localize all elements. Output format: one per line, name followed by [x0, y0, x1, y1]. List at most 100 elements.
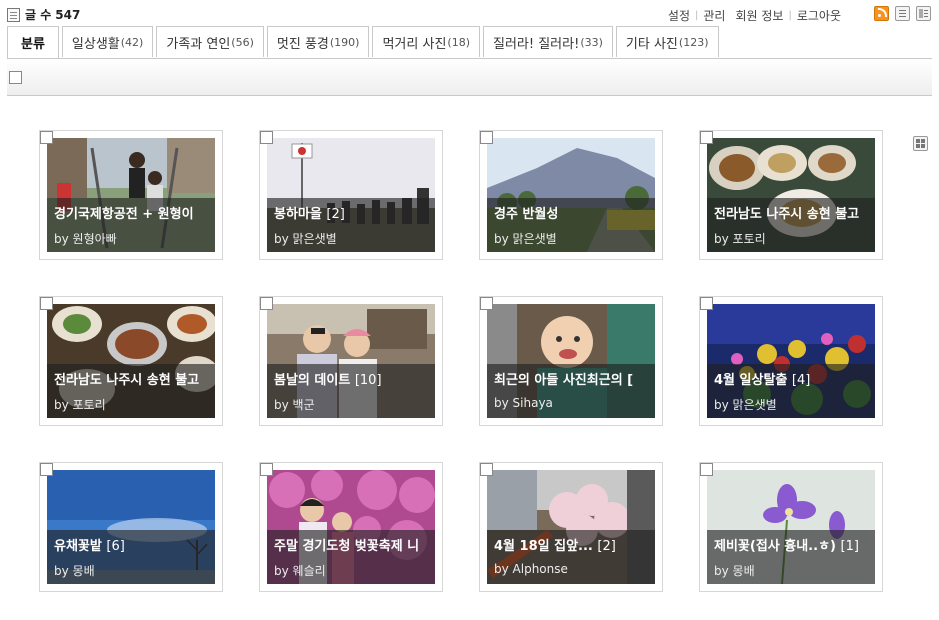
- thumbnail[interactable]: 봄날의 데이트 [10] by 백군: [267, 304, 435, 418]
- gallery-item[interactable]: 봉하마을 [2] by 맑은샛별: [259, 130, 443, 260]
- detail-view-icon[interactable]: [916, 6, 931, 21]
- post-title[interactable]: 4월 일상탈출 [4]: [714, 369, 868, 387]
- thumbnail[interactable]: 전라남도 나주시 송현 불고 by 포토리: [707, 138, 875, 252]
- post-count-value: 547: [55, 7, 81, 22]
- post-title-text: 봄날의 데이트: [274, 373, 351, 387]
- thumbnail[interactable]: 주말 경기도청 벚꽃축제 니 by 웨슬리: [267, 470, 435, 584]
- post-title[interactable]: 전라남도 나주시 송현 불고: [714, 203, 868, 221]
- post-title[interactable]: 유채꽃밭 [6]: [54, 535, 208, 553]
- list-view-icon[interactable]: [895, 6, 910, 21]
- post-author: by 몽배: [54, 564, 95, 578]
- thumbnail[interactable]: 경기국제항공전 + 원형이 by 원형아빠: [47, 138, 215, 252]
- thumbnail[interactable]: 봉하마을 [2] by 맑은샛별: [267, 138, 435, 252]
- gallery-item[interactable]: 경기국제항공전 + 원형이 by 원형아빠: [39, 130, 223, 260]
- item-checkbox[interactable]: [260, 131, 273, 144]
- item-checkbox[interactable]: [480, 297, 493, 310]
- gallery-item[interactable]: 유채꽃밭 [6] by 몽배: [39, 462, 223, 592]
- post-title[interactable]: 전라남도 나주시 송현 불고: [54, 369, 208, 387]
- tab-count: (42): [120, 35, 144, 49]
- thumbnail-caption: 전라남도 나주시 송현 불고 by 포토리: [707, 198, 875, 252]
- post-author: by 포토리: [54, 398, 106, 412]
- tab-0[interactable]: 분류: [7, 26, 59, 58]
- rss-icon[interactable]: [874, 6, 889, 21]
- post-title[interactable]: 경기국제항공전 + 원형이: [54, 203, 208, 221]
- item-checkbox[interactable]: [700, 463, 713, 476]
- post-title-text: 주말 경기도청 벚꽃축제 니: [274, 539, 420, 553]
- post-title[interactable]: 주말 경기도청 벚꽃축제 니: [274, 535, 428, 553]
- post-title[interactable]: 봉하마을 [2]: [274, 203, 428, 221]
- tab-count: (190): [329, 35, 360, 49]
- post-author: by 맑은샛별: [494, 232, 557, 246]
- thumbnail[interactable]: 유채꽃밭 [6] by 몽배: [47, 470, 215, 584]
- post-count: 글 수 547: [7, 6, 80, 23]
- tab-count: (56): [231, 35, 254, 49]
- thumbnail[interactable]: 경주 반월성 by 맑은샛별: [487, 138, 655, 252]
- gallery-view-icon[interactable]: [913, 136, 928, 151]
- gallery-item[interactable]: 주말 경기도청 벚꽃축제 니 by 웨슬리: [259, 462, 443, 592]
- comment-count: [10]: [354, 373, 382, 387]
- item-checkbox[interactable]: [260, 297, 273, 310]
- post-author: by 백군: [274, 398, 315, 412]
- post-title-text: 4월 18일 집앞...: [494, 539, 593, 553]
- post-title-text: 제비꽃(접사 흉내..ㅎ): [714, 539, 836, 553]
- item-checkbox[interactable]: [40, 463, 53, 476]
- gallery-item[interactable]: 4월 일상탈출 [4] by 맑은샛별: [699, 296, 883, 426]
- thumbnail-caption: 주말 경기도청 벚꽃축제 니 by 웨슬리: [267, 530, 435, 584]
- tab-2[interactable]: 가족과 연인 (56): [156, 26, 264, 57]
- category-tabs: 분류 일상생활 (42) 가족과 연인 (56) 멋진 풍경 (190) 먹거리 사진 (18)…: [7, 26, 722, 58]
- thumbnail-caption: 최근의 아들 사진최근의 [by Sihaya: [487, 364, 655, 418]
- tab-label: 멋진 풍경: [276, 36, 329, 52]
- item-checkbox[interactable]: [40, 297, 53, 310]
- tab-5[interactable]: 질러라! 질러라! (33): [483, 26, 613, 57]
- item-checkbox[interactable]: [260, 463, 273, 476]
- item-checkbox[interactable]: [700, 131, 713, 144]
- gallery-item[interactable]: 최근의 아들 사진최근의 [by Sihaya: [479, 296, 663, 426]
- post-title-text: 전라남도 나주시 송현 불고: [714, 207, 860, 221]
- post-author: by 몽배: [714, 564, 755, 578]
- thumbnail-caption: 전라남도 나주시 송현 불고 by 포토리: [47, 364, 215, 418]
- gallery-item[interactable]: 전라남도 나주시 송현 불고 by 포토리: [699, 130, 883, 260]
- post-title[interactable]: 4월 18일 집앞... [2]: [494, 535, 648, 553]
- gallery-item[interactable]: 봄날의 데이트 [10] by 백군: [259, 296, 443, 426]
- item-checkbox[interactable]: [700, 297, 713, 310]
- item-checkbox[interactable]: [480, 463, 493, 476]
- gallery-item[interactable]: 경주 반월성 by 맑은샛별: [479, 130, 663, 260]
- thumbnail[interactable]: 4월 18일 집앞... [2] by Alphonse: [487, 470, 655, 584]
- logout-link[interactable]: 로그아웃: [797, 7, 841, 24]
- gallery-item[interactable]: 전라남도 나주시 송현 불고 by 포토리: [39, 296, 223, 426]
- post-author: by Alphonse: [494, 562, 568, 576]
- post-author: by 맑은샛별: [274, 232, 337, 246]
- post-title[interactable]: 제비꽃(접사 흉내..ㅎ) [1]: [714, 535, 868, 553]
- comment-count: [2]: [597, 539, 616, 553]
- admin-link[interactable]: 관리: [703, 7, 725, 24]
- gallery-grid: 경기국제항공전 + 원형이 by 원형아빠 봉하마을 [2] by 맑은샛별 경주 반월…: [39, 130, 883, 592]
- thumbnail[interactable]: 4월 일상탈출 [4] by 맑은샛별: [707, 304, 875, 418]
- tab-label: 기타 사진: [625, 36, 678, 52]
- post-author: by 원형아빠: [54, 232, 117, 246]
- thumbnail-caption: 봉하마을 [2] by 맑은샛별: [267, 198, 435, 252]
- post-title[interactable]: 경주 반월성: [494, 203, 648, 221]
- item-checkbox[interactable]: [40, 131, 53, 144]
- tab-label: 먹거리 사진: [382, 36, 447, 52]
- post-title[interactable]: 최근의 아들 사진최근의 [: [494, 369, 648, 387]
- member-info-link[interactable]: 회원 정보: [735, 7, 783, 24]
- tab-3[interactable]: 멋진 풍경 (190): [266, 26, 370, 57]
- tab-4[interactable]: 먹거리 사진 (18): [372, 26, 480, 57]
- tab-count: (18): [447, 35, 470, 49]
- post-title-text: 경주 반월성: [494, 207, 559, 221]
- thumbnail[interactable]: 최근의 아들 사진최근의 [by Sihaya: [487, 304, 655, 418]
- thumbnail[interactable]: 제비꽃(접사 흉내..ㅎ) [1] by 몽배: [707, 470, 875, 584]
- post-author: by 웨슬리: [274, 564, 326, 578]
- gallery-item[interactable]: 4월 18일 집앞... [2] by Alphonse: [479, 462, 663, 592]
- comment-count: [1]: [840, 539, 859, 553]
- thumbnail[interactable]: 전라남도 나주시 송현 불고 by 포토리: [47, 304, 215, 418]
- post-title-text: 경기국제항공전 + 원형이: [54, 207, 194, 221]
- view-mode-icons: [874, 6, 931, 151]
- settings-link[interactable]: 설정: [668, 7, 690, 24]
- item-checkbox[interactable]: [480, 131, 493, 144]
- tab-1[interactable]: 일상생활 (42): [61, 26, 154, 57]
- select-all-checkbox[interactable]: [9, 71, 22, 84]
- post-title[interactable]: 봄날의 데이트 [10]: [274, 369, 428, 387]
- tab-6[interactable]: 기타 사진 (123): [615, 26, 719, 57]
- gallery-item[interactable]: 제비꽃(접사 흉내..ㅎ) [1] by 몽배: [699, 462, 883, 592]
